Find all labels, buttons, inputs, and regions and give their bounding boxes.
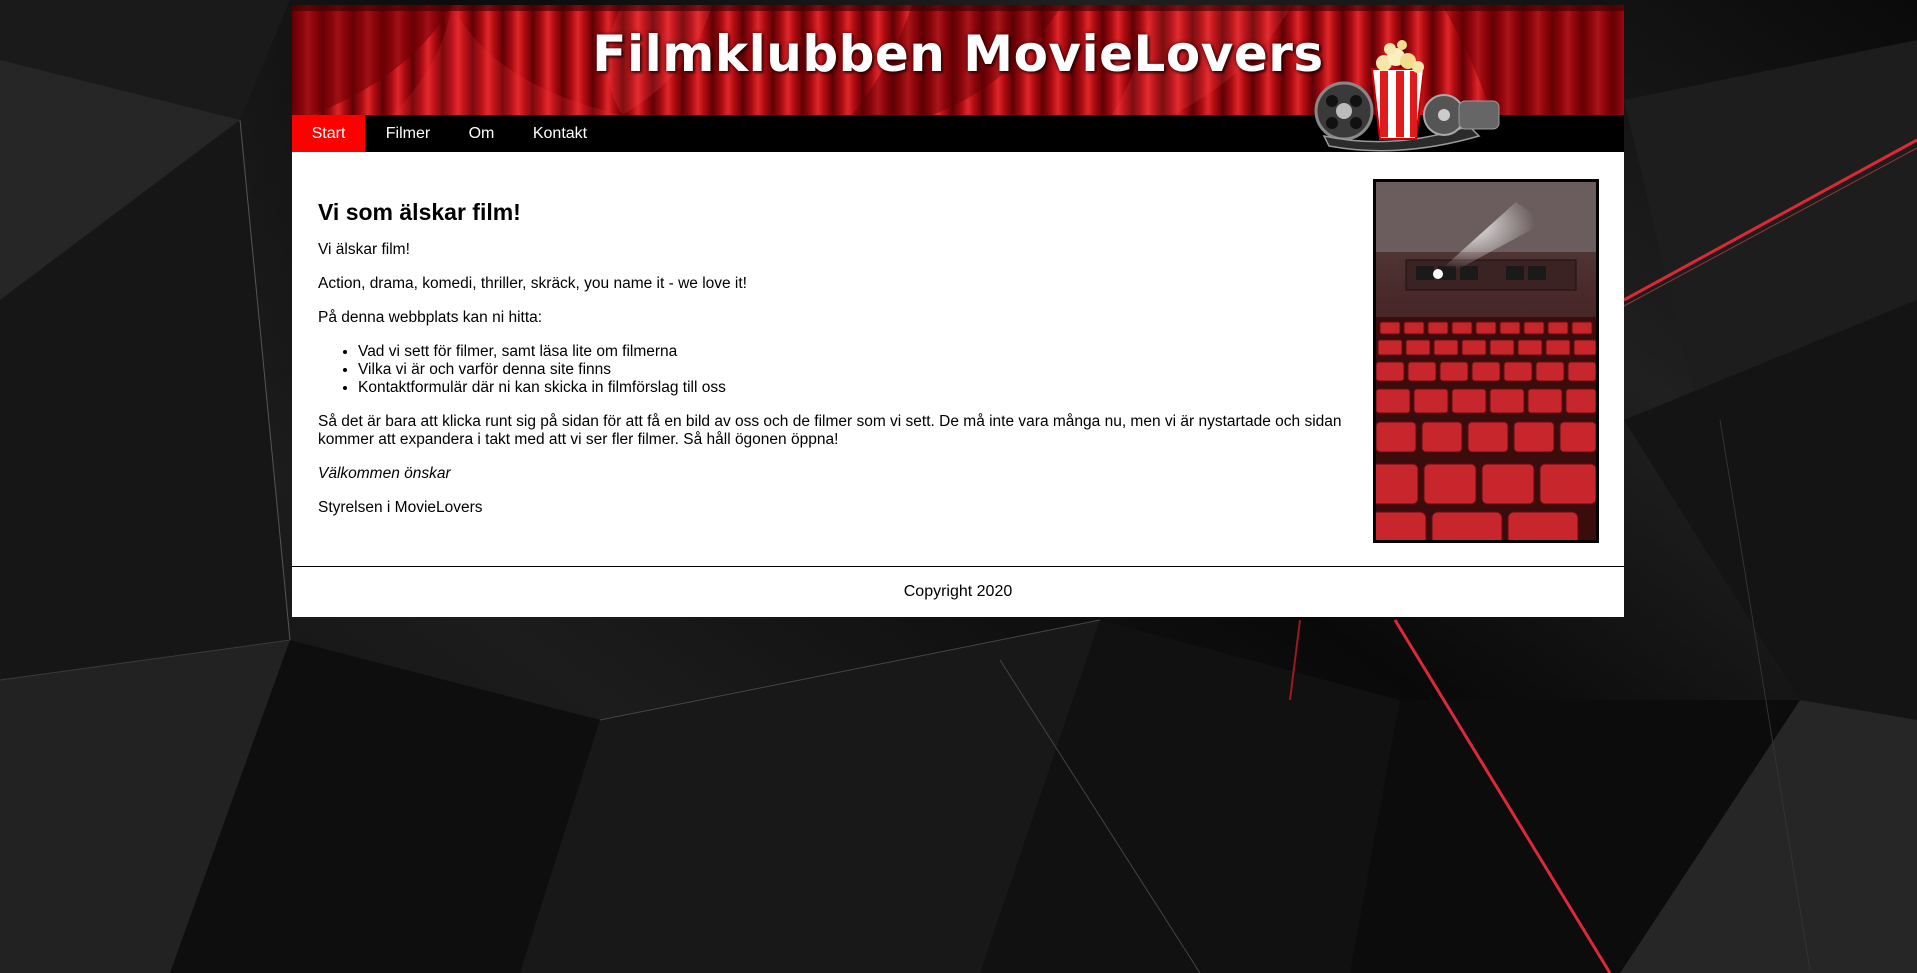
greeting-text: Välkommen önskar xyxy=(318,465,451,482)
list-item: Vilka vi är och varför denna site finns xyxy=(358,361,1358,379)
nav-item-kontakt[interactable]: Kontakt xyxy=(512,115,608,152)
intro-text: Vi älskar film! xyxy=(318,241,410,258)
list-intro-text: På denna webbplats kan ni hitta: xyxy=(318,309,543,326)
nav-item-filmer[interactable]: Filmer xyxy=(365,115,451,152)
footer: Copyright 2020 xyxy=(292,566,1624,618)
body-text: Så det är bara att klicka runt sig på si… xyxy=(318,413,1342,448)
copyright-text: Copyright 2020 xyxy=(903,583,1013,600)
page-container: Filmklubben MovieLovers Start Filmer Om … xyxy=(292,5,1624,617)
feature-list: Vad vi sett för filmer, samt läsa lite o… xyxy=(318,343,1358,397)
page-heading: Vi som älskar film! xyxy=(318,199,521,225)
cinema-illustration xyxy=(1376,182,1596,540)
list-item: Kontaktformulär där ni kan skicka in fil… xyxy=(358,379,1358,397)
film-reel-popcorn-icon xyxy=(1314,40,1500,152)
nav-item-start[interactable]: Start xyxy=(292,115,365,152)
cinema-seats-image xyxy=(1373,179,1599,543)
genres-text: Action, drama, komedi, thriller, skräck,… xyxy=(318,275,747,292)
list-item: Vad vi sett för filmer, samt läsa lite o… xyxy=(358,343,1358,361)
signature-text: Styrelsen i MovieLovers xyxy=(318,499,483,516)
main-content: Vi som älskar film! Vi älskar film! Acti… xyxy=(318,153,1358,533)
nav-item-om[interactable]: Om xyxy=(451,115,512,152)
